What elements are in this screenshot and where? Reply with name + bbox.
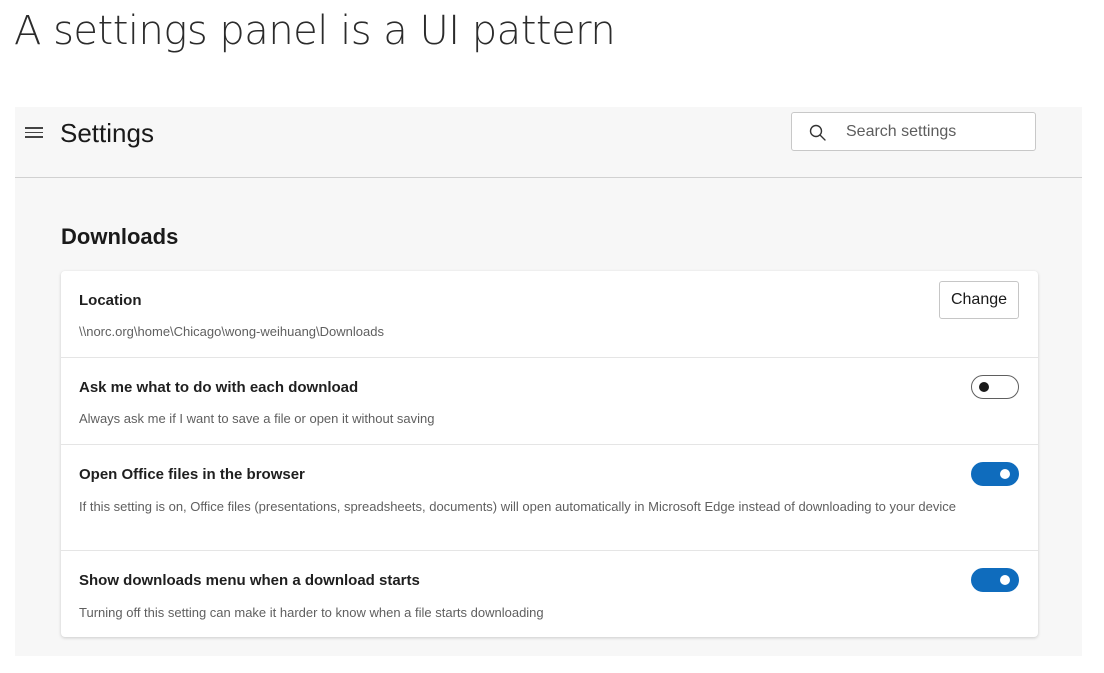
setting-title: Show downloads menu when a download star… bbox=[79, 572, 420, 589]
setting-row-office-files: Open Office files in the browser If this… bbox=[61, 445, 1038, 551]
page-caption: A settings panel is a UI pattern bbox=[14, 8, 616, 54]
section-title: Downloads bbox=[61, 224, 179, 249]
setting-title: Ask me what to do with each download bbox=[79, 379, 359, 396]
search-input[interactable]: Search settings bbox=[791, 112, 1036, 151]
downloads-menu-toggle[interactable] bbox=[971, 568, 1019, 592]
settings-header: Settings Search settings bbox=[15, 107, 1082, 178]
setting-description: Turning off this setting can make it har… bbox=[79, 605, 544, 620]
setting-title: Open Office files in the browser bbox=[79, 466, 305, 483]
toggle-knob bbox=[979, 382, 989, 392]
search-placeholder: Search settings bbox=[846, 123, 957, 140]
change-location-button[interactable]: Change bbox=[939, 281, 1019, 319]
setting-row-ask-download: Ask me what to do with each download Alw… bbox=[61, 358, 1038, 445]
setting-description: Always ask me if I want to save a file o… bbox=[79, 411, 435, 426]
toggle-knob bbox=[1000, 575, 1010, 585]
hamburger-menu-icon[interactable] bbox=[25, 124, 43, 140]
office-files-toggle[interactable] bbox=[971, 462, 1019, 486]
setting-description: \\norc.org\home\Chicago\wong-weihuang\Do… bbox=[79, 324, 384, 339]
settings-panel: Settings Search settings Downloads Locat… bbox=[15, 107, 1082, 656]
search-icon bbox=[809, 124, 826, 141]
setting-row-location: Location \\norc.org\home\Chicago\wong-we… bbox=[61, 271, 1038, 358]
page-title: Settings bbox=[60, 118, 154, 148]
ask-download-toggle[interactable] bbox=[971, 375, 1019, 399]
downloads-card: Location \\norc.org\home\Chicago\wong-we… bbox=[61, 271, 1038, 637]
setting-description: If this setting is on, Office files (pre… bbox=[79, 499, 956, 514]
setting-title: Location bbox=[79, 292, 142, 309]
toggle-knob bbox=[1000, 469, 1010, 479]
setting-row-downloads-menu: Show downloads menu when a download star… bbox=[61, 551, 1038, 637]
